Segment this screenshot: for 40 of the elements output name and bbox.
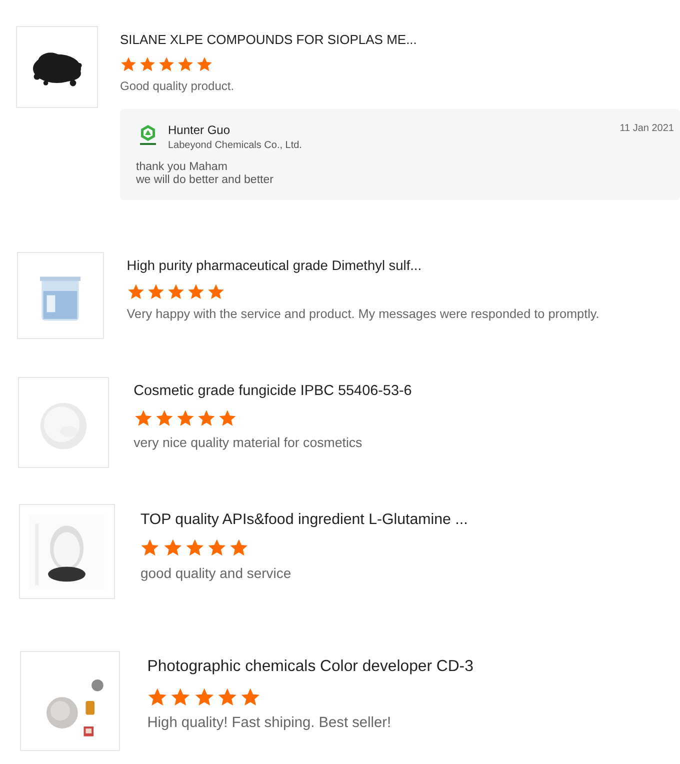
star-icon — [166, 282, 185, 301]
product-title[interactable]: Cosmetic grade fungicide IPBC 55406-53-6 — [134, 383, 680, 400]
star-icon — [177, 56, 194, 73]
star-icon — [196, 56, 213, 73]
star-icon — [218, 409, 237, 428]
star-icon — [176, 409, 195, 428]
star-icon — [158, 56, 175, 73]
star-icon — [216, 687, 238, 708]
star-icon — [206, 282, 225, 301]
reply-company: Labeyond Chemicals Co., Ltd. — [168, 140, 303, 151]
reply-text: thank you Maham — [136, 161, 228, 173]
star-icon — [170, 687, 192, 708]
product-title[interactable]: TOP quality APIs&food ingredient L-Glutamine ... — [140, 510, 680, 528]
star-icon — [228, 538, 249, 558]
review-comment: Very happy with the service and product. My messages were responded to promptly. — [126, 307, 600, 322]
review-comment: very nice quality material for cosmetics — [134, 434, 364, 450]
star-icon — [240, 687, 261, 708]
star-icon — [154, 409, 174, 428]
review-comment: Good quality product. — [120, 79, 236, 93]
star-icon — [146, 282, 165, 301]
star-icon — [134, 409, 152, 428]
star-icon — [139, 56, 156, 73]
review-comment: High quality! Fast shiping. Best seller! — [147, 715, 392, 732]
reply-author: Hunter Guo — [168, 123, 232, 137]
reply-text: we will do better and better — [136, 174, 274, 186]
star-icon — [196, 409, 216, 428]
star-icon — [126, 282, 145, 301]
star-icon — [194, 687, 214, 708]
star-icon — [140, 538, 160, 558]
star-icon — [147, 687, 168, 708]
product-title[interactable]: SILANE XLPE COMPOUNDS FOR SIOPLAS ME... — [120, 32, 680, 47]
star-icon — [184, 538, 204, 558]
star-icon — [186, 282, 205, 301]
reply-date: 11 Jan 2021 — [620, 123, 674, 134]
star-icon — [206, 538, 227, 558]
star-icon — [120, 56, 137, 73]
product-title[interactable]: Photographic chemicals Color developer CD-3 — [147, 658, 680, 676]
star-icon — [162, 538, 182, 558]
product-title[interactable]: High purity pharmaceutical grade Dimethyl sulf... — [126, 258, 680, 274]
review-comment: good quality and service — [140, 564, 292, 581]
